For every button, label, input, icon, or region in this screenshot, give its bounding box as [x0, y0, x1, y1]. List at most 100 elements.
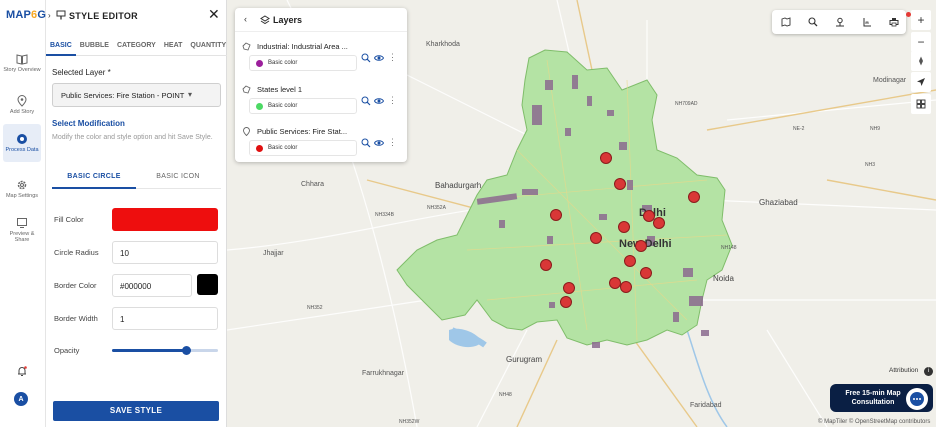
zoom-controls: + −	[911, 10, 931, 54]
fire-station-marker[interactable]	[550, 209, 562, 221]
circle-radius-input[interactable]: 10	[112, 241, 218, 264]
eye-icon[interactable]	[374, 53, 384, 63]
eye-icon[interactable]	[374, 138, 384, 148]
fire-station-marker[interactable]	[600, 152, 612, 164]
fire-station-marker[interactable]	[635, 240, 647, 252]
basemap-switch-button[interactable]	[911, 94, 931, 114]
zoom-out-button[interactable]: −	[911, 32, 931, 52]
tab-category[interactable]: CATEGORY	[113, 38, 160, 56]
navigation-arrow-icon	[917, 78, 925, 86]
fire-station-marker[interactable]	[620, 281, 632, 293]
subtab-basic-circle[interactable]: BASIC CIRCLE	[52, 165, 136, 189]
layers-panel: ‹ Layers Industrial: Industrial Area ...…	[235, 8, 407, 162]
fire-station-marker[interactable]	[640, 267, 652, 279]
avatar[interactable]: A	[14, 392, 28, 406]
zoom-in-button[interactable]: +	[911, 10, 931, 30]
layer-color-chip[interactable]: Basic color	[249, 55, 357, 71]
circle-icon-subtabs: BASIC CIRCLE BASIC ICON	[52, 165, 221, 189]
fire-station-marker[interactable]	[563, 282, 575, 294]
attribution-label: Attribution	[889, 367, 919, 374]
bell-icon[interactable]	[16, 365, 28, 377]
map-pin-icon	[17, 94, 27, 107]
map-label-nh334b: NH334B	[375, 212, 394, 218]
preview-icon	[17, 217, 27, 228]
rail-item-story-overview[interactable]: Story Overview	[3, 44, 41, 82]
chat-button[interactable]	[906, 388, 928, 410]
fire-station-marker[interactable]	[540, 259, 552, 271]
layer-chip-label: Basic color	[268, 60, 298, 66]
app-logo[interactable]: MAP6G	[6, 9, 46, 21]
basemap-grid-icon	[916, 99, 926, 109]
location-pin-icon[interactable]	[835, 17, 845, 27]
tab-quantity[interactable]: QUANTITY	[186, 38, 230, 56]
more-options-icon[interactable]: ⋮	[388, 52, 397, 63]
rail-item-process-data[interactable]: Process Data	[3, 124, 41, 162]
measure-icon[interactable]	[862, 17, 872, 27]
style-editor-panel: › STYLE EDITOR ✕ BASIC BUBBLE CATEGORY H…	[46, 0, 227, 427]
tab-heat[interactable]: HEAT	[160, 38, 187, 56]
fire-station-marker[interactable]	[653, 217, 665, 229]
tab-basic[interactable]: BASIC	[46, 38, 76, 56]
left-rail: MAP6G Story Overview Add Story Process D…	[0, 0, 46, 427]
fire-station-marker[interactable]	[618, 221, 630, 233]
compass-button[interactable]	[911, 51, 931, 71]
more-options-icon[interactable]: ⋮	[388, 137, 397, 148]
zoom-to-layer-icon[interactable]	[361, 53, 371, 63]
opacity-slider[interactable]	[112, 346, 218, 355]
zoom-to-layer-icon[interactable]	[361, 96, 371, 106]
selected-layer-value: Public Services: Fire Station - POINT	[61, 91, 185, 100]
map-label-ne2: NE-2	[793, 126, 805, 132]
select-modification-heading: Select Modification	[52, 119, 125, 128]
map-label-modinagar: Modinagar	[873, 77, 907, 84]
tab-bubble[interactable]: BUBBLE	[76, 38, 113, 56]
layer-color-chip[interactable]: Basic color	[249, 140, 357, 156]
save-style-button[interactable]: SAVE STYLE	[53, 401, 219, 421]
opacity-label: Opacity	[54, 346, 80, 355]
eye-icon[interactable]	[374, 96, 384, 106]
map-copyright: © MapTiler © OpenStreetMap contributors	[818, 419, 931, 425]
panel-title: STYLE EDITOR	[69, 11, 138, 21]
search-icon[interactable]	[808, 17, 818, 27]
map-view-icon[interactable]	[781, 17, 791, 27]
fill-color-swatch[interactable]	[112, 208, 218, 231]
border-color-input[interactable]: #000000	[112, 274, 192, 297]
print-icon[interactable]	[889, 17, 899, 27]
close-icon[interactable]: ✕	[208, 7, 220, 21]
fire-station-marker[interactable]	[624, 255, 636, 267]
collapse-chevron-icon[interactable]: ›	[48, 11, 51, 20]
map-label-nh48: NH48	[499, 392, 512, 398]
selected-layer-dropdown[interactable]: Public Services: Fire Station - POINT ▾	[52, 83, 221, 107]
fire-station-marker[interactable]	[688, 191, 700, 203]
map-label-bahadurgarh: Bahadurgarh	[435, 181, 482, 190]
consultation-cta-label: Free 15-min Map Consultation	[845, 390, 901, 406]
info-icon[interactable]: i	[924, 367, 933, 376]
border-color-swatch[interactable]	[197, 274, 218, 295]
rail-item-preview-share[interactable]: Preview & Share	[3, 211, 41, 249]
back-chevron-icon[interactable]: ‹	[244, 14, 247, 24]
fire-station-marker[interactable]	[614, 178, 626, 190]
opacity-slider-thumb[interactable]	[182, 346, 192, 355]
subtab-basic-icon[interactable]: BASIC ICON	[136, 165, 220, 189]
map-label-nh9: NH9	[870, 126, 881, 132]
rail-item-add-story[interactable]: Add Story	[3, 86, 41, 124]
border-width-input[interactable]: 1	[112, 307, 218, 330]
gear-icon	[17, 180, 27, 189]
locate-me-button[interactable]	[911, 72, 931, 92]
zoom-to-layer-icon[interactable]	[361, 138, 371, 148]
layer-row-industrial[interactable]: Industrial: Industrial Area ... Basic co…	[235, 38, 407, 78]
fire-station-marker[interactable]	[590, 232, 602, 244]
map-label-chhara: Chhara	[301, 181, 324, 188]
modification-hint: Modify the color and style option and hi…	[52, 134, 213, 141]
rail-item-map-settings[interactable]: Map Settings	[3, 170, 41, 208]
layer-row-fire-station[interactable]: Public Services: Fire Stat... Basic colo…	[235, 123, 407, 163]
layer-row-states[interactable]: States level 1 Basic color ⋮	[235, 81, 407, 121]
map-label-faridabad: Faridabad	[690, 402, 722, 409]
layers-icon	[260, 15, 270, 25]
layer-color-chip[interactable]: Basic color	[249, 98, 357, 114]
layer-color-dot	[256, 103, 263, 110]
map-label-nh709ad: NH709AD	[675, 101, 698, 107]
more-options-icon[interactable]: ⋮	[388, 95, 397, 106]
map-label-kharkhoda: Kharkhoda	[426, 41, 460, 48]
layer-chip-label: Basic color	[268, 145, 298, 151]
fire-station-marker[interactable]	[560, 296, 572, 308]
